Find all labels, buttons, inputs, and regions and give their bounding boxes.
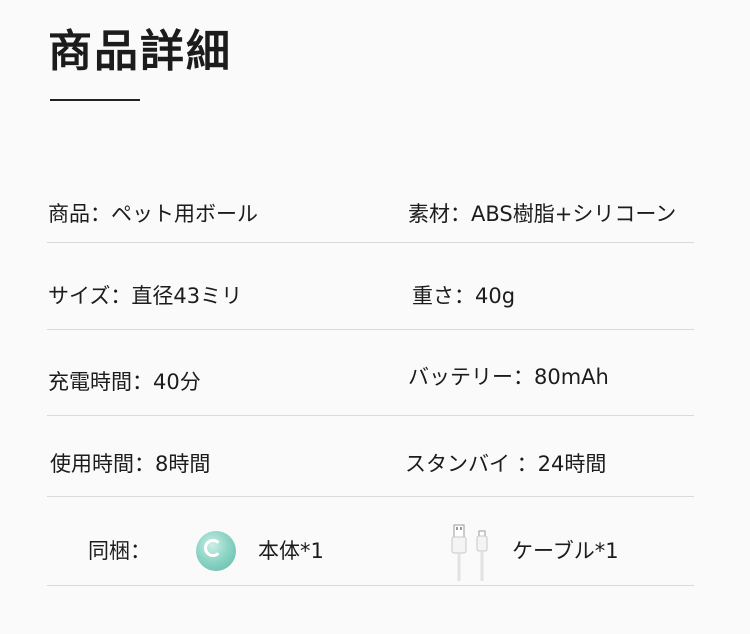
row-divider [47,415,694,416]
ball-icon [196,531,236,571]
spec-product: 商品：ペット用ボール [48,202,258,226]
usb-cable-icon [451,524,488,581]
spec-charge-time: 充電時間：40分 [48,370,201,394]
spec-material: 素材：ABS樹脂+シリコーン [408,202,677,226]
spec-use-time: 使用時間：8時間 [50,452,211,476]
row-divider [47,329,694,330]
spec-size: サイズ：直径43ミリ [48,284,243,308]
title-underline [50,99,140,101]
included-item-cable: ケーブル*1 [512,539,619,563]
row-divider [47,496,694,497]
spec-battery: バッテリー：80mAh [408,365,609,389]
row-divider [47,242,694,243]
row-divider [47,585,694,586]
spec-weight: 重さ：40g [412,284,516,308]
page-title: 商品詳細 [48,26,232,77]
included-label: 同梱： [88,539,151,563]
included-item-body: 本体*1 [258,539,324,563]
spec-standby: スタンバイ ：24時間 [405,452,607,476]
